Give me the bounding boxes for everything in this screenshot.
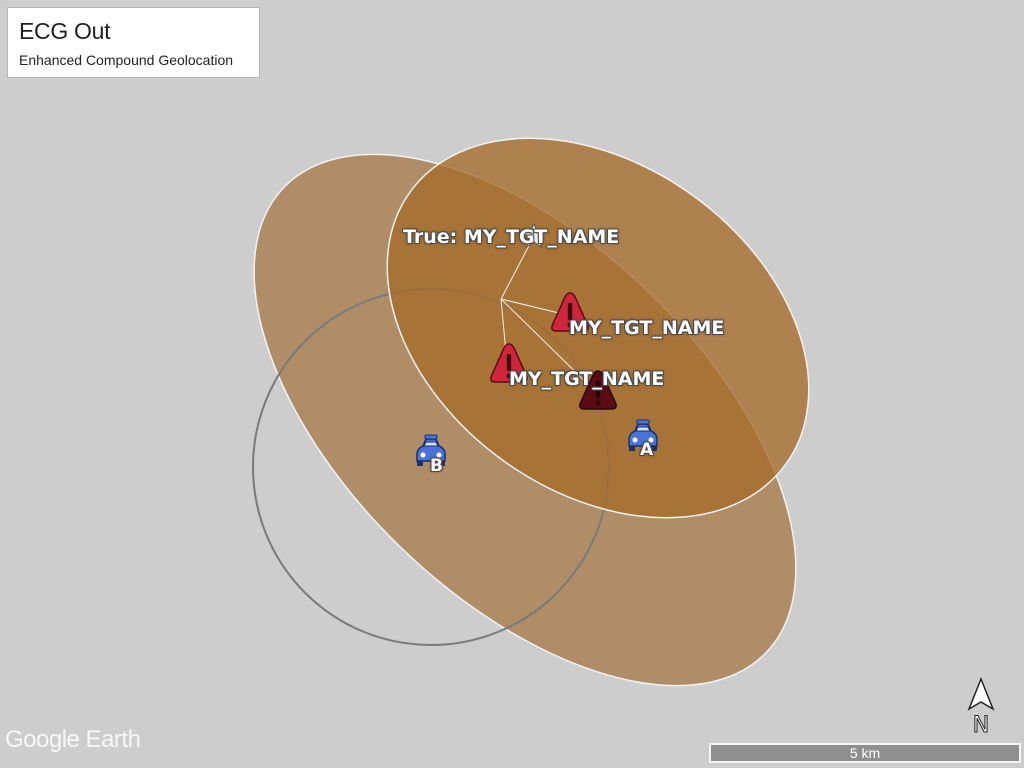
info-panel: ECG Out Enhanced Compound Geolocation (7, 7, 260, 78)
sensor-b-label: B (430, 456, 443, 476)
north-arrow-icon[interactable]: N (964, 676, 998, 738)
scale-bar: 5 km (709, 743, 1021, 763)
sensor-a-label: A (640, 440, 654, 460)
google-earth-logo: Google Earth (5, 726, 141, 753)
true-target-label: True: MY_TGT_NAME (403, 226, 620, 248)
north-label: N (973, 713, 989, 738)
info-title: ECG Out (19, 18, 111, 44)
target-label: MY_TGT_NAME (509, 368, 665, 390)
info-subtitle: Enhanced Compound Geolocation (19, 52, 234, 68)
map-view[interactable]: True: MY_TGT_NAME MY_TGT_NAME MY_TGT_NAM… (0, 0, 1024, 768)
target-label: MY_TGT_NAME (569, 317, 725, 339)
scale-label: 5 km (849, 745, 881, 761)
